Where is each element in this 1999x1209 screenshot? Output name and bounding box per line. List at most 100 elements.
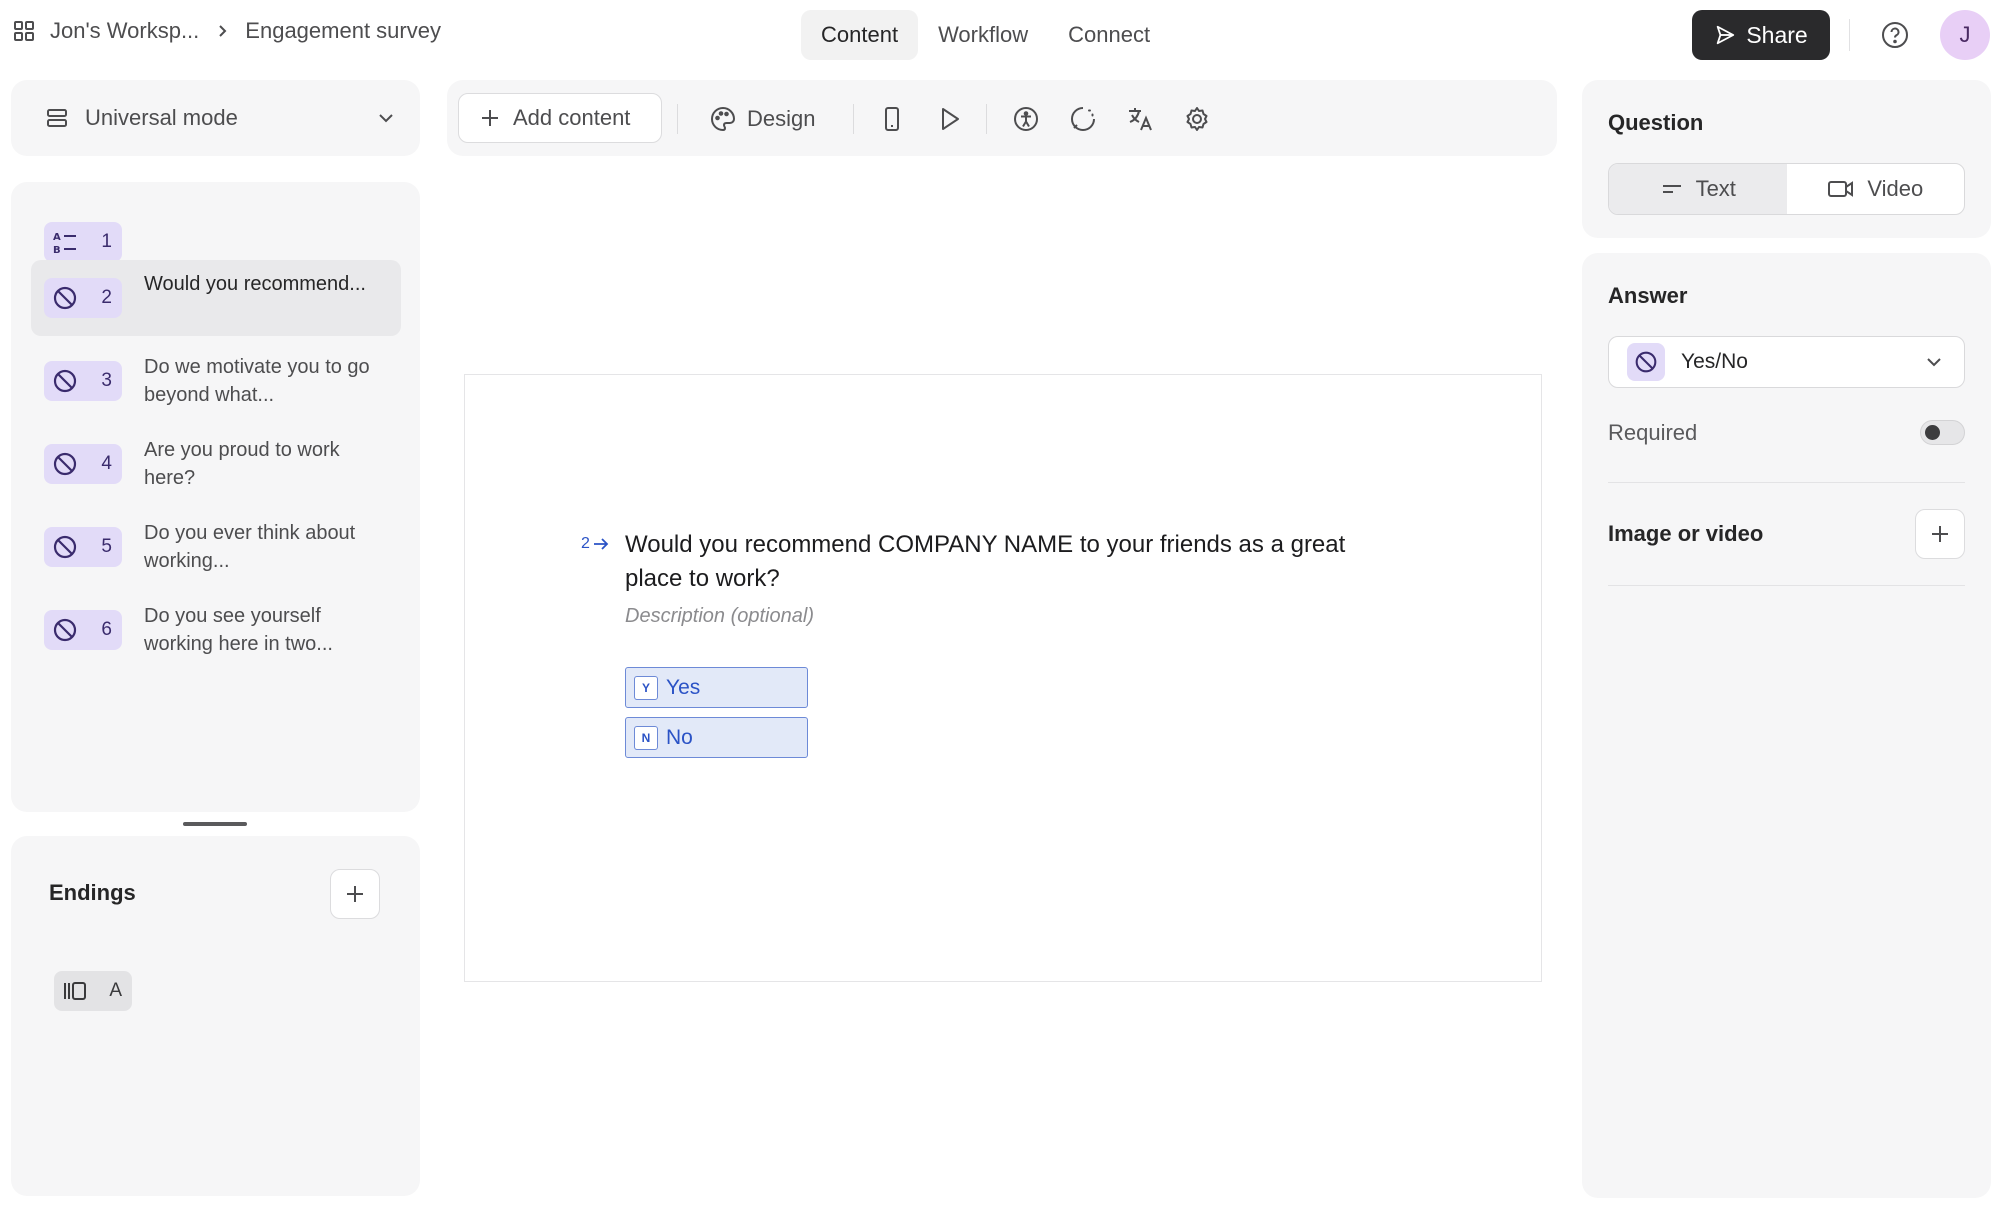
text-option-label: Text (1695, 176, 1736, 201)
workspace-grid-icon[interactable] (12, 19, 36, 43)
toolbar-divider (853, 104, 854, 134)
design-button[interactable]: Design (709, 104, 815, 134)
question-title[interactable]: Would you recommend COMPANY NAME to your… (625, 528, 1385, 596)
canvas-question-number: 2 (581, 535, 590, 552)
endings-panel: Endings A (11, 836, 420, 1196)
question-number: 1 (101, 231, 112, 252)
list-item[interactable]: 3 Do we motivate you to go beyond what..… (31, 343, 401, 419)
question-settings-panel: Question Text Video (1582, 80, 1991, 238)
required-toggle[interactable] (1920, 420, 1965, 445)
add-media-button[interactable] (1915, 509, 1965, 559)
mobile-preview-icon[interactable] (878, 105, 906, 133)
divider (1608, 585, 1965, 586)
svg-text:B: B (53, 245, 61, 256)
toolbar-divider (986, 104, 987, 134)
add-content-label: Add content (513, 105, 631, 130)
question-number: 3 (101, 370, 112, 391)
list-item[interactable]: 5 Do you ever think about working... (31, 509, 401, 585)
breadcrumb-workspace[interactable]: Jon's Worksp... (50, 18, 199, 44)
choice-no[interactable]: N No (625, 717, 808, 758)
play-preview-icon[interactable] (935, 105, 963, 133)
video-option[interactable]: Video (1787, 164, 1965, 214)
endings-title: Endings (49, 880, 136, 905)
yes-no-icon (50, 283, 80, 313)
list-item[interactable]: 6 Do you see yourself working here in tw… (31, 592, 401, 668)
tab-connect[interactable]: Connect (1048, 10, 1170, 60)
mode-select[interactable]: Universal mode (11, 80, 420, 156)
question-text: Do you ever think about working... (144, 522, 356, 572)
choice-key: N (634, 725, 658, 750)
description-field[interactable]: Description (optional) (625, 605, 814, 628)
video-camera-icon (1827, 177, 1855, 201)
arrow-right-icon (593, 537, 609, 551)
ending-badge[interactable]: A (54, 971, 132, 1011)
share-label: Share (1746, 21, 1808, 48)
question-badge-2: 2 (44, 278, 122, 318)
help-icon[interactable] (1880, 20, 1910, 50)
question-badge-1[interactable]: A B 1 (44, 222, 122, 262)
divider (1608, 482, 1965, 483)
answer-type-select[interactable]: Yes/No (1608, 336, 1965, 388)
plus-icon (479, 107, 501, 129)
question-number: 6 (101, 619, 112, 640)
video-option-label: Video (1867, 176, 1924, 201)
question-badge-6: 6 (44, 610, 122, 650)
design-label: Design (747, 106, 816, 131)
list-order-icon: A B (50, 227, 80, 257)
question-list: A B 1 2 Would you recommend... 3 Do we m… (11, 182, 420, 812)
answer-panel-title: Answer (1608, 283, 1688, 308)
add-ending-button[interactable] (330, 869, 380, 919)
tab-workflow[interactable]: Workflow (918, 10, 1048, 60)
ending-label: A (109, 980, 122, 1001)
answer-type-label: Yes/No (1681, 350, 1748, 373)
palette-icon (709, 105, 737, 133)
yes-no-icon (1627, 343, 1665, 381)
text-option[interactable]: Text (1609, 164, 1787, 214)
breadcrumb-form-name[interactable]: Engagement survey (245, 18, 441, 44)
question-text: Do we motivate you to go beyond what... (144, 356, 370, 406)
main-tabs: Content Workflow Connect (801, 10, 1170, 60)
question-number: 2 (101, 287, 112, 308)
translate-icon[interactable] (1126, 105, 1154, 133)
text-lines-icon (1660, 177, 1684, 201)
question-canvas: 2 Would you recommend COMPANY NAME to yo… (464, 374, 1542, 982)
question-number: 5 (101, 536, 112, 557)
toolbar-divider (677, 104, 678, 134)
yes-no-icon (50, 615, 80, 645)
breadcrumb: Jon's Worksp... Engagement survey (12, 18, 441, 44)
list-item[interactable]: 2 Would you recommend... (31, 260, 401, 336)
choice-yes[interactable]: Y Yes (625, 667, 808, 708)
plus-icon (344, 883, 366, 905)
add-content-button[interactable]: Add content (458, 93, 662, 143)
ending-icon (60, 976, 90, 1006)
answer-settings-panel: Answer Yes/No Required Image or video (1582, 253, 1991, 1198)
list-item[interactable]: 4 Are you proud to work here? (31, 426, 401, 502)
yes-no-icon (50, 366, 80, 396)
svg-text:A: A (53, 232, 61, 243)
tab-content[interactable]: Content (801, 10, 919, 60)
question-badge-5: 5 (44, 527, 122, 567)
choice-label: No (666, 725, 693, 749)
accessibility-icon[interactable] (1012, 105, 1040, 133)
share-button[interactable]: Share (1692, 10, 1830, 60)
chevron-right-icon (215, 24, 229, 38)
plus-icon (1929, 523, 1951, 545)
question-number-indicator: 2 (581, 535, 609, 553)
yes-no-icon (50, 532, 80, 562)
question-badge-4: 4 (44, 444, 122, 484)
required-label: Required (1608, 420, 1698, 445)
avatar[interactable]: J (1940, 10, 1990, 60)
top-bar: Jon's Worksp... Engagement survey Conten… (0, 0, 1999, 70)
chevron-down-icon (376, 108, 396, 128)
mode-label: Universal mode (85, 105, 238, 130)
choice-key: Y (634, 675, 658, 700)
editor-toolbar: Add content Design (447, 80, 1557, 156)
settings-gear-icon[interactable] (1183, 105, 1211, 133)
question-number: 4 (101, 453, 112, 474)
loading-logic-icon[interactable] (1069, 105, 1097, 133)
panel-resize-handle[interactable] (183, 822, 247, 826)
chevron-down-icon (1924, 352, 1944, 372)
question-text: Would you recommend... (144, 273, 366, 295)
question-badge-3: 3 (44, 361, 122, 401)
question-format-toggle: Text Video (1608, 163, 1965, 215)
